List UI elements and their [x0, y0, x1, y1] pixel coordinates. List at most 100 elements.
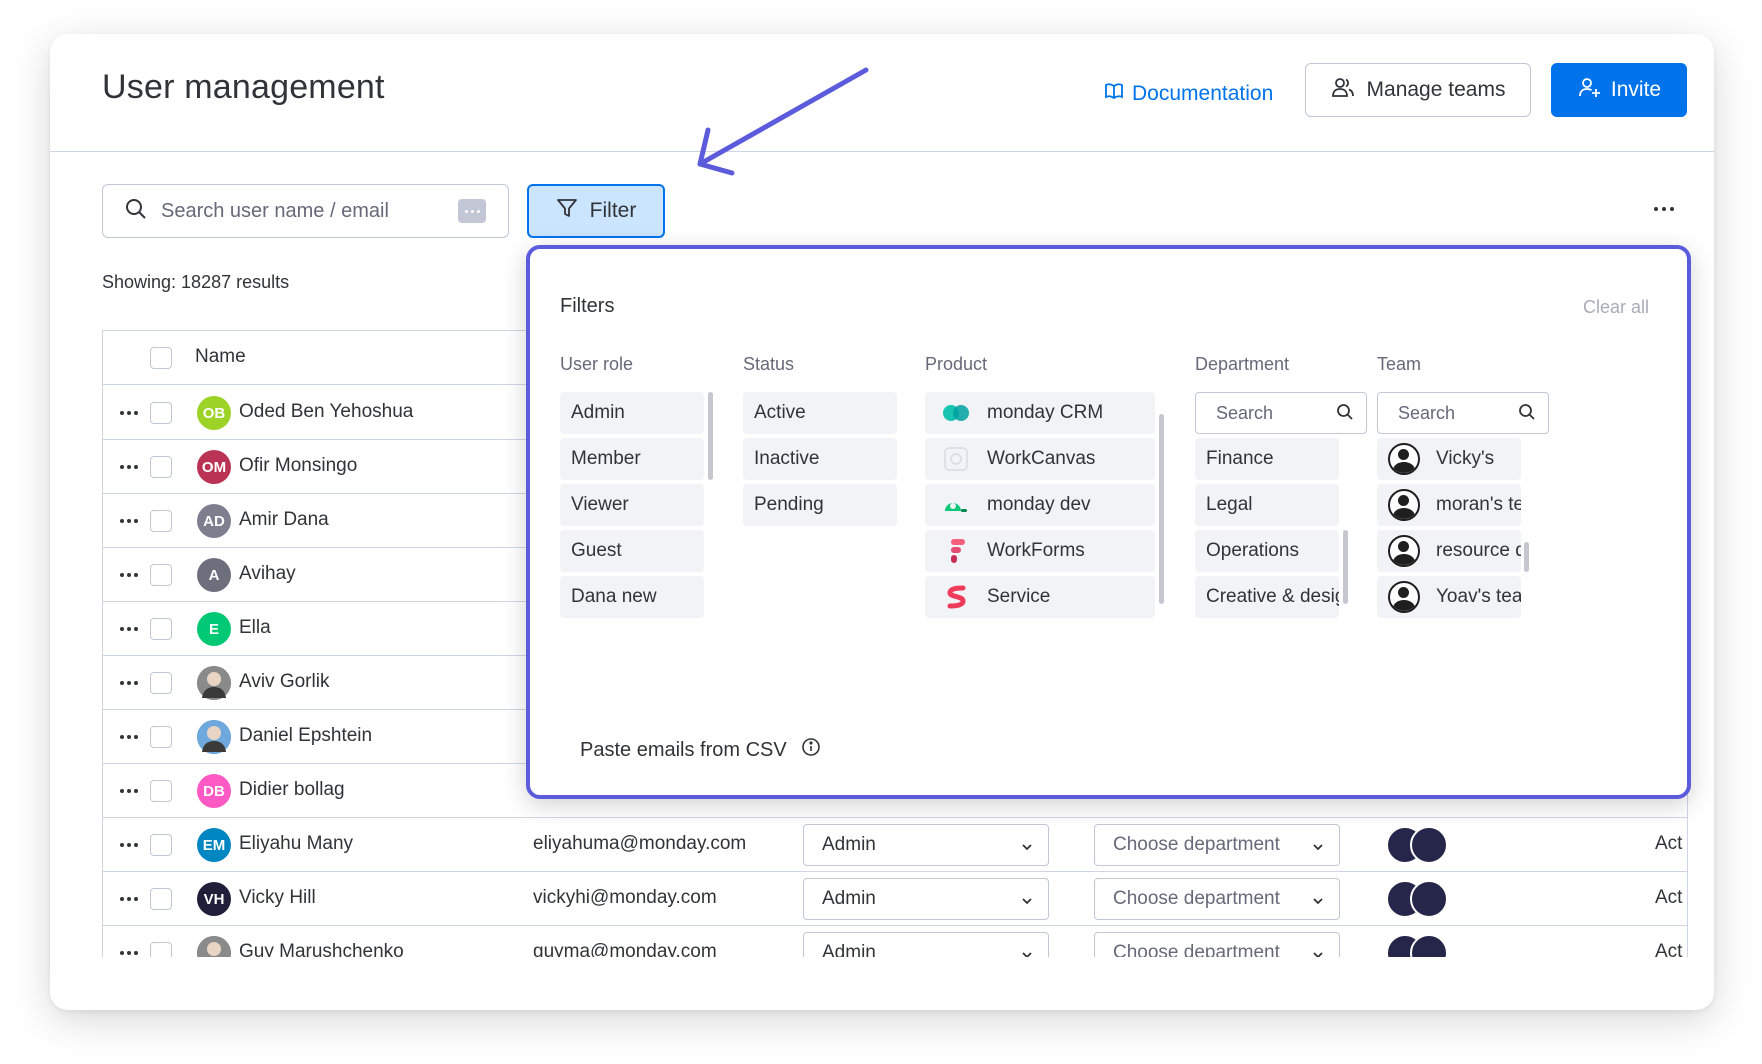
documentation-link[interactable]: Documentation [1104, 76, 1273, 112]
status-header: Status [743, 354, 795, 374]
filter-label: Filter [589, 199, 637, 222]
status-option-active[interactable]: Active [743, 392, 897, 434]
department-select[interactable]: Choose department [1094, 824, 1340, 866]
department-option-legal[interactable]: Legal [1195, 484, 1339, 526]
user-avatar: EM [197, 828, 231, 862]
row-checkbox[interactable] [150, 942, 172, 957]
team-option-label: Vicky's [1436, 448, 1495, 469]
role-option-admin[interactable]: Admin [560, 392, 704, 434]
role-value: Admin [822, 834, 876, 855]
row-menu-icon[interactable] [120, 674, 144, 692]
team-option-morans[interactable]: moran's tea [1377, 484, 1521, 526]
clear-all-link[interactable]: Clear all [1583, 297, 1649, 318]
user-name[interactable]: Eliyahu Many [239, 833, 353, 855]
row-checkbox[interactable] [150, 726, 172, 748]
row-checkbox[interactable] [150, 672, 172, 694]
department-option-operations[interactable]: Operations [1195, 530, 1339, 572]
more-options-icon[interactable] [1647, 194, 1681, 224]
user-name[interactable]: Didier bollag [239, 779, 345, 801]
row-menu-icon[interactable] [120, 620, 144, 638]
role-option-guest[interactable]: Guest [560, 530, 704, 572]
role-scrollbar[interactable] [708, 392, 713, 480]
product-scrollbar[interactable] [1159, 414, 1164, 604]
user-name[interactable]: Aviv Gorlik [239, 671, 329, 693]
department-value: Choose department [1113, 888, 1280, 909]
status-option-inactive[interactable]: Inactive [743, 438, 897, 480]
manage-teams-button[interactable]: Manage teams [1305, 63, 1531, 117]
row-checkbox[interactable] [150, 456, 172, 478]
user-name[interactable]: Guy Marushchenko [239, 941, 404, 957]
row-menu-icon[interactable] [120, 566, 144, 584]
product-option-service[interactable]: Service [925, 576, 1155, 618]
row-checkbox[interactable] [150, 402, 172, 424]
row-checkbox[interactable] [150, 510, 172, 532]
role-option-dana-new[interactable]: Dana new [560, 576, 704, 618]
role-value: Admin [822, 888, 876, 909]
department-scrollbar[interactable] [1343, 530, 1348, 604]
user-name[interactable]: Vicky Hill [239, 887, 316, 909]
product-forms-icon [1410, 826, 1448, 864]
product-option-workforms[interactable]: WorkForms [925, 530, 1155, 572]
table-row[interactable]: Guy Marushchenko guyma@monday.com Admin Cho… [103, 926, 1687, 957]
row-menu-icon[interactable] [120, 458, 144, 476]
department-header: Department [1195, 354, 1290, 374]
search-box[interactable] [102, 184, 509, 238]
row-checkbox[interactable] [150, 780, 172, 802]
team-avatar-icon [1388, 535, 1420, 567]
row-menu-icon[interactable] [120, 728, 144, 746]
info-icon[interactable] [801, 737, 821, 763]
search-icon [1518, 403, 1536, 426]
product-option-workcanvas[interactable]: WorkCanvas [925, 438, 1155, 480]
paste-csv-button[interactable]: Paste emails from CSV [580, 737, 821, 763]
team-search-placeholder: Search [1398, 402, 1456, 423]
select-all-checkbox[interactable] [150, 347, 172, 369]
products-icons[interactable] [1386, 878, 1448, 920]
team-option-yoavs[interactable]: Yoav's tear [1377, 576, 1521, 618]
department-option-creative[interactable]: Creative & desigi [1195, 576, 1339, 618]
department-select[interactable]: Choose department [1094, 932, 1340, 957]
row-menu-icon[interactable] [120, 890, 144, 908]
team-option-resource[interactable]: resource di [1377, 530, 1521, 572]
team-search[interactable]: Search [1377, 392, 1549, 434]
app-window: User management Documentation Manage tea… [50, 34, 1714, 1010]
row-checkbox[interactable] [150, 834, 172, 856]
row-menu-icon[interactable] [120, 404, 144, 422]
team-option-vickys[interactable]: Vicky's [1377, 438, 1521, 480]
row-menu-icon[interactable] [120, 944, 144, 957]
product-option-dev[interactable]: monday dev [925, 484, 1155, 526]
user-name[interactable]: Oded Ben Yehoshua [239, 401, 413, 423]
user-name[interactable]: Avihay [239, 563, 296, 585]
add-user-icon [1577, 76, 1601, 104]
role-select[interactable]: Admin [803, 932, 1049, 957]
products-icons[interactable] [1386, 932, 1448, 957]
user-role-header: User role [560, 354, 634, 374]
paste-csv-label: Paste emails from CSV [580, 738, 787, 761]
table-row[interactable]: EM Eliyahu Many eliyahuma@monday.com Admin C… [103, 818, 1687, 872]
department-select[interactable]: Choose department [1094, 878, 1340, 920]
invite-button[interactable]: Invite [1551, 63, 1687, 117]
table-row[interactable]: VH Vicky Hill vickyhi@monday.com Admin Choos… [103, 872, 1687, 926]
filter-button[interactable]: Filter [527, 184, 665, 238]
status-option-pending[interactable]: Pending [743, 484, 897, 526]
product-option-crm[interactable]: monday CRM [925, 392, 1155, 434]
role-option-member[interactable]: Member [560, 438, 704, 480]
role-option-viewer[interactable]: Viewer [560, 484, 704, 526]
department-search[interactable]: Search [1195, 392, 1367, 434]
user-name[interactable]: Amir Dana [239, 509, 329, 531]
team-scrollbar[interactable] [1524, 542, 1529, 572]
user-name[interactable]: Ella [239, 617, 271, 639]
row-menu-icon[interactable] [120, 782, 144, 800]
role-select[interactable]: Admin [803, 878, 1049, 920]
search-input[interactable] [161, 199, 441, 223]
row-checkbox[interactable] [150, 618, 172, 640]
row-menu-icon[interactable] [120, 836, 144, 854]
department-option-finance[interactable]: Finance [1195, 438, 1339, 480]
products-icons[interactable] [1386, 824, 1448, 866]
row-checkbox[interactable] [150, 888, 172, 910]
row-menu-icon[interactable] [120, 512, 144, 530]
chevron-down-icon [1020, 946, 1034, 957]
role-select[interactable]: Admin [803, 824, 1049, 866]
user-name[interactable]: Daniel Epshtein [239, 725, 372, 747]
user-name[interactable]: Ofir Monsingo [239, 455, 357, 477]
row-checkbox[interactable] [150, 564, 172, 586]
